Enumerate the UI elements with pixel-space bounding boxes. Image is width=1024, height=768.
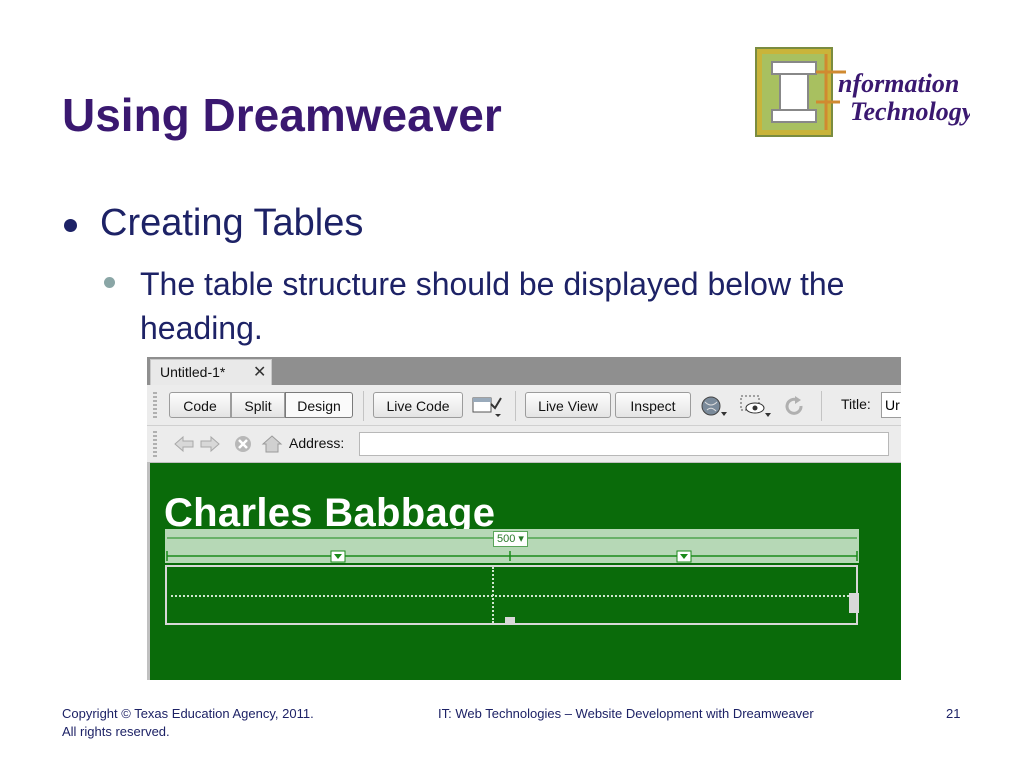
toolbar-grip[interactable]: [153, 431, 157, 457]
information-technology-logo: nformation Technology: [755, 47, 970, 137]
bullet-level2-text: The table structure should be displayed …: [140, 266, 845, 346]
back-arrow-icon[interactable]: [173, 434, 195, 454]
footer-copyright-line2: All rights reserved.: [62, 724, 170, 739]
table-width-value: 500: [497, 533, 516, 545]
logo-line-information: nformation: [838, 69, 959, 98]
document-title-input[interactable]: Ur: [881, 392, 901, 418]
toolbar-separator: [821, 391, 822, 421]
address-input[interactable]: [359, 432, 889, 456]
browser-navigation-toolbar: Address:: [147, 426, 901, 463]
dreamweaver-screenshot: Untitled-1* ✕ Code Split Design Live Cod…: [147, 357, 901, 680]
footer-copyright-line1: Copyright © Texas Education Agency, 2011…: [62, 706, 314, 721]
live-code-button[interactable]: Live Code: [373, 392, 463, 418]
code-view-button[interactable]: Code: [169, 392, 231, 418]
logo-line-technology: Technology: [850, 97, 970, 126]
home-icon[interactable]: [261, 433, 283, 455]
toolbar-separator: [515, 391, 516, 421]
footer-page-number: 21: [946, 706, 961, 721]
check-browser-icon[interactable]: [471, 394, 503, 418]
table-resize-handle[interactable]: [849, 593, 859, 613]
refresh-icon[interactable]: [783, 394, 807, 418]
document-toolbar: Code Split Design Live Code Live View In…: [147, 385, 901, 426]
design-view-canvas[interactable]: Charles Babbage 500 ▾: [147, 463, 901, 680]
table-width-badge[interactable]: 500 ▾: [493, 531, 528, 547]
close-icon[interactable]: ✕: [253, 362, 266, 382]
toolbar-separator: [363, 391, 364, 421]
canvas-left-edge: [147, 463, 150, 680]
bullet-dot-icon: [104, 277, 115, 288]
title-label: Title:: [841, 396, 871, 412]
slide-title: Using Dreamweaver: [62, 89, 502, 141]
document-tab-bar: Untitled-1* ✕: [147, 357, 901, 386]
bullet-level1-text: Creating Tables: [100, 202, 364, 244]
table-bottom-handle[interactable]: [505, 617, 515, 625]
document-tab-name: Untitled-1*: [160, 364, 226, 380]
split-view-button[interactable]: Split: [231, 392, 285, 418]
stop-icon[interactable]: [233, 434, 255, 454]
toolbar-grip[interactable]: [153, 392, 157, 418]
bullet-dot-icon: [64, 219, 77, 232]
address-label: Address:: [289, 435, 345, 451]
table-row-divider: [171, 595, 857, 597]
forward-arrow-icon[interactable]: [199, 434, 221, 454]
visual-aids-eye-icon[interactable]: [739, 394, 773, 418]
footer-course-title: IT: Web Technologies – Website Developme…: [438, 706, 814, 721]
footer-copyright: Copyright © Texas Education Agency, 2011…: [62, 706, 314, 739]
inspect-button[interactable]: Inspect: [615, 392, 691, 418]
preview-globe-icon[interactable]: [699, 394, 729, 418]
live-view-button[interactable]: Live View: [525, 392, 611, 418]
design-view-button[interactable]: Design: [285, 392, 353, 418]
document-tab[interactable]: Untitled-1* ✕: [150, 359, 272, 386]
